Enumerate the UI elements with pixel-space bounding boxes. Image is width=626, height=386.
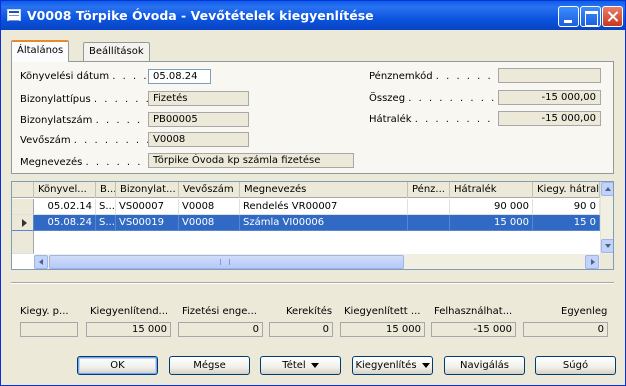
column-header-remaining[interactable]: Hátralék	[450, 182, 533, 198]
cell-posting-date[interactable]: 05.02.14	[34, 199, 96, 215]
vertical-scrollbar[interactable]	[600, 182, 613, 254]
posting-date-field[interactable]: 05.08.24	[148, 69, 211, 84]
document-no-label: Bizonylatszám . . . . . .	[20, 115, 153, 126]
arrow-right-icon	[591, 259, 595, 265]
cell-doc-type[interactable]: S...	[96, 199, 116, 215]
cancel-button[interactable]: Mégse	[169, 356, 250, 375]
arrow-down-icon	[605, 244, 611, 248]
window-title: V0008 Törpike Óvoda - Vevőtételek kiegye…	[27, 8, 374, 23]
table-row[interactable]: 05.02.14 S... VS00007 V0008 Rendelés VR0…	[12, 199, 600, 215]
total-balance-field[interactable]: 0	[523, 322, 608, 337]
apply-entries-window: V0008 Törpike Óvoda - Vevőtételek kiegye…	[0, 0, 626, 386]
cell-remaining[interactable]: 90 000	[450, 199, 533, 215]
maximize-button[interactable]	[580, 6, 601, 27]
entry-menu-label: Tétel	[282, 360, 306, 371]
table-empty-row[interactable]	[12, 231, 600, 254]
total-label-amount-to-apply: Kiegyenlítend...	[90, 306, 169, 317]
total-available-amount-field[interactable]: -15 000	[431, 322, 516, 337]
tab-general[interactable]: Általános	[11, 40, 70, 62]
total-label-payment-discount: Fizetési enge...	[182, 306, 257, 317]
total-payment-discount-field[interactable]: 0	[178, 322, 263, 337]
ok-button[interactable]: OK	[77, 356, 158, 375]
entry-menu-button[interactable]: Tétel	[260, 356, 341, 375]
total-label-applies-to: Kiegy. p...	[20, 306, 69, 317]
table-header: Könyvel... B... Bizonylat... Vevőszám Me…	[12, 182, 600, 198]
row-selector[interactable]	[12, 231, 34, 254]
column-header-remaining-to-apply[interactable]: Kiegy. hátral	[533, 182, 600, 198]
navigate-button[interactable]: Navigálás	[444, 356, 525, 375]
scroll-down-button[interactable]	[601, 239, 613, 253]
description-field[interactable]: Törpike Óvoda kp számla fizetése	[148, 153, 354, 168]
general-panel: Könyvelési dátum . . . . . 05.08.24 Bizo…	[11, 61, 614, 174]
remaining-label: Hátralék . . . . . . . . .	[369, 114, 503, 125]
document-no-field[interactable]: PB00005	[148, 112, 249, 127]
cell-remaining[interactable]: 15 000	[450, 215, 533, 231]
total-label-available-amount: Felhasználhat...	[434, 306, 513, 317]
dropdown-arrow-icon	[421, 362, 430, 368]
cell-doc-no[interactable]: VS00007	[116, 199, 179, 215]
apply-menu-button[interactable]: Kiegyenlítés	[352, 356, 433, 375]
column-header-currency[interactable]: Pénz...	[408, 182, 450, 198]
scroll-left-button[interactable]	[34, 255, 48, 269]
table-row-selected[interactable]: 05.08.24 S... VS00019 V0008 Számla VI000…	[12, 215, 600, 231]
scroll-up-button[interactable]	[601, 182, 613, 196]
arrow-left-icon	[39, 259, 43, 265]
column-header-customer-no[interactable]: Vevőszám	[179, 182, 240, 198]
close-button[interactable]	[602, 6, 623, 27]
column-header-doc-type[interactable]: B...	[96, 182, 116, 198]
column-header-description[interactable]: Megnevezés	[240, 182, 408, 198]
form-icon	[7, 9, 21, 21]
column-header-posting-date[interactable]: Könyvel...	[34, 182, 96, 198]
total-label-applied-amount: Kiegyenlített ...	[344, 306, 421, 317]
column-header-doc-no[interactable]: Bizonylat...	[116, 182, 179, 198]
total-label-balance: Egyenleg	[561, 306, 608, 317]
help-button[interactable]: Súgó	[535, 356, 616, 375]
cell-currency[interactable]	[408, 199, 450, 215]
row-selector-header	[12, 182, 34, 198]
amount-label: Összeg . . . . . . . . . .	[369, 93, 507, 104]
total-label-rounding: Kerekítés	[286, 306, 333, 317]
document-type-label: Bizonylattípus . . . . . . .	[20, 94, 162, 105]
total-rounding-field[interactable]: 0	[269, 322, 333, 337]
cell-remaining-to-apply[interactable]: 90 0	[533, 199, 600, 215]
cell-doc-no[interactable]: VS00019	[116, 215, 179, 231]
tab-settings[interactable]: Beállítások	[83, 42, 150, 62]
scroll-corner	[600, 254, 613, 269]
total-applies-to-field[interactable]	[20, 322, 78, 337]
divider	[11, 282, 614, 284]
total-applied-amount-field[interactable]: 15 000	[340, 322, 425, 337]
remaining-field[interactable]: -15 000,00	[498, 111, 601, 126]
current-row-arrow-icon	[22, 219, 27, 227]
minimize-button[interactable]	[558, 6, 579, 27]
customer-no-field[interactable]: V0008	[148, 132, 249, 147]
cell-customer-no[interactable]: V0008	[179, 215, 240, 231]
cell-description[interactable]: Rendelés VR00007	[240, 199, 408, 215]
cell-currency[interactable]	[408, 215, 450, 231]
total-amount-to-apply-field[interactable]: 15 000	[86, 322, 171, 337]
cell-posting-date[interactable]: 05.08.24	[34, 215, 96, 231]
description-label: Megnevezés . . . . . .	[20, 157, 143, 168]
entries-table: Könyvel... B... Bizonylat... Vevőszám Me…	[11, 181, 614, 270]
horizontal-scroll-thumb[interactable]	[49, 255, 404, 269]
document-type-field[interactable]: Fizetés	[148, 91, 249, 106]
apply-menu-label: Kiegyenlítés	[355, 360, 417, 371]
cell-doc-type[interactable]: S...	[96, 215, 116, 231]
posting-date-label: Könyvelési dátum . . . . .	[20, 71, 159, 82]
cell-remaining-to-apply[interactable]: 15 0	[533, 215, 600, 231]
horizontal-scrollbar[interactable]	[34, 254, 600, 269]
currency-code-label: Pénznemkód . . . . . . .	[369, 71, 504, 82]
title-bar[interactable]: V0008 Törpike Óvoda - Vevőtételek kiegye…	[1, 1, 625, 30]
cell-customer-no[interactable]: V0008	[179, 199, 240, 215]
arrow-up-icon	[605, 187, 611, 191]
amount-field[interactable]: -15 000,00	[498, 90, 601, 105]
scroll-right-button[interactable]	[585, 255, 599, 269]
currency-code-field[interactable]	[498, 68, 601, 83]
dropdown-arrow-icon	[310, 362, 319, 368]
row-selector[interactable]	[12, 215, 34, 231]
row-selector[interactable]	[12, 199, 34, 215]
cell-description[interactable]: Számla VI00006	[240, 215, 408, 231]
